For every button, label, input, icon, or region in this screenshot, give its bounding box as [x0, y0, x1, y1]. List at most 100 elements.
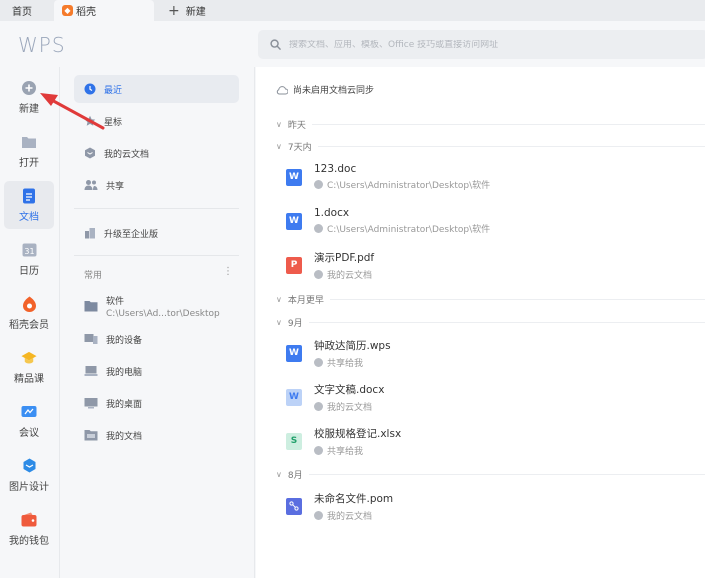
search-box[interactable]	[258, 30, 705, 59]
nav-divider	[74, 208, 239, 209]
file-row[interactable]: S 校服规格登记.xlsx 共享给我	[286, 422, 686, 460]
file-name: 123.doc	[314, 163, 357, 175]
nav-shared[interactable]: 共享	[74, 171, 239, 199]
tab-bar: 首页 ◆ 稻壳 + 新建	[0, 0, 705, 21]
file-location: 共享给我	[314, 356, 391, 369]
cloud-docs-icon	[314, 510, 323, 520]
rail-image-design[interactable]: 图片设计	[4, 451, 54, 499]
file-row[interactable]: W 1.docx C:\Users\Administrator\Desktop\…	[286, 202, 686, 240]
star-icon	[84, 115, 96, 126]
chevron-down-icon: ∨	[276, 120, 282, 129]
group-yesterday[interactable]: ∨ 昨天	[276, 118, 705, 131]
spreadsheet-file-icon: S	[286, 432, 302, 450]
chevron-down-icon: ∨	[276, 470, 282, 479]
file-row[interactable]: 未命名文件.pom 我的云文档	[286, 487, 686, 525]
file-meta: 校服规格登记.xlsx 共享给我	[314, 426, 401, 457]
rail-courses[interactable]: 精品课	[4, 343, 54, 391]
rail-open[interactable]: 打开	[4, 127, 54, 175]
nav-starred-label: 星标	[104, 117, 123, 128]
file-location: 我的云文档	[314, 400, 384, 413]
nav-panel: 最近 星标 我的云文档 共享 升级至企业版 常用 ⋮ 软件 C:\Users\A…	[60, 67, 255, 578]
nav-folder-software[interactable]: 软件 C:\Users\Ad...tor\Desktop	[74, 287, 239, 325]
nav-my-documents-label: 我的文档	[106, 431, 143, 442]
nav-shared-label: 共享	[106, 181, 125, 192]
file-location: 我的云文档	[314, 509, 393, 522]
cloud-sync-text: 尚未启用文档云同步	[293, 86, 375, 96]
file-row[interactable]: W 123.doc C:\Users\Administrator\Desktop…	[286, 158, 686, 196]
rail-calendar[interactable]: 31 日历	[4, 235, 54, 283]
group-divider	[317, 146, 705, 147]
nav-upgrade-label: 升级至企业版	[104, 229, 159, 240]
group-divider	[308, 474, 705, 475]
rail-docer-member-label: 稻壳会员	[9, 319, 49, 331]
nav-upgrade-enterprise[interactable]: 升级至企业版	[74, 219, 239, 247]
group-earlier-label: 本月更早	[287, 296, 324, 306]
file-row[interactable]: W 文字文稿.docx 我的云文档	[286, 378, 686, 416]
tab-docer[interactable]: ◆ 稻壳	[54, 0, 154, 21]
shared-users-icon	[84, 180, 98, 190]
rail-documents-label: 文档	[19, 211, 39, 223]
file-meta: 123.doc C:\Users\Administrator\Desktop\软…	[314, 163, 490, 191]
rail-open-label: 打开	[19, 157, 39, 169]
group-august[interactable]: ∨ 8月	[276, 468, 705, 481]
rail-documents[interactable]: 文档	[4, 181, 54, 229]
nav-my-devices-label: 我的设备	[106, 335, 143, 346]
nav-my-documents[interactable]: 我的文档	[74, 421, 239, 449]
rail-wallet-label: 我的钱包	[9, 535, 49, 547]
wps-logo: WPS	[18, 33, 66, 57]
folder-icon	[84, 301, 98, 312]
plus-circle-icon	[21, 80, 37, 96]
search-input[interactable]	[289, 39, 689, 50]
meeting-icon	[21, 404, 37, 420]
file-meta: 1.docx C:\Users\Administrator\Desktop\软件	[314, 207, 490, 235]
shared-users-icon	[314, 357, 323, 367]
group-divider	[308, 322, 705, 323]
folder-icon	[21, 134, 37, 150]
group-7-days[interactable]: ∨ 7天内	[276, 140, 705, 153]
file-meta: 演示PDF.pdf 我的云文档	[314, 250, 374, 281]
file-name: 文字文稿.docx	[314, 383, 385, 396]
nav-my-devices[interactable]: 我的设备	[74, 325, 239, 353]
rail-meeting-label: 会议	[19, 427, 39, 439]
history-icon	[314, 180, 323, 189]
recent-files-panel: 尚未启用文档云同步 ∨ 昨天 ∨ 7天内 W 123.doc C:\Users\…	[256, 67, 705, 578]
rail-meeting[interactable]: 会议	[4, 397, 54, 445]
file-meta: 文字文稿.docx 我的云文档	[314, 382, 384, 413]
rail-docer-member[interactable]: 稻壳会员	[4, 289, 54, 337]
rail-new-label: 新建	[19, 103, 39, 115]
nav-recent[interactable]: 最近	[74, 75, 239, 103]
nav-my-desktop[interactable]: 我的桌面	[74, 389, 239, 417]
nav-starred[interactable]: 星标	[74, 107, 239, 135]
group-earlier-this-month[interactable]: ∨ 本月更早	[276, 293, 705, 306]
tab-docer-label: 稻壳	[76, 7, 96, 18]
file-name: 钟政达简历.wps	[314, 339, 391, 352]
group-august-label: 8月	[287, 471, 303, 481]
cloud-sync-notice[interactable]: 尚未启用文档云同步	[276, 83, 374, 96]
cloud-docs-icon	[85, 147, 95, 159]
mindmap-file-icon	[286, 497, 302, 515]
cloud-docs-icon	[314, 401, 323, 411]
tab-home-label: 首页	[12, 7, 32, 18]
new-tab-button[interactable]: + 新建	[154, 0, 216, 21]
nav-cloud-docs[interactable]: 我的云文档	[74, 139, 239, 167]
file-row[interactable]: W 钟政达简历.wps 共享给我	[286, 334, 686, 372]
group-september[interactable]: ∨ 9月	[276, 316, 705, 329]
rail-wallet[interactable]: 我的钱包	[4, 505, 54, 553]
chevron-down-icon: ∨	[276, 142, 282, 151]
header: WPS	[0, 21, 705, 67]
computer-icon	[84, 366, 98, 376]
group-yesterday-label: 昨天	[287, 121, 306, 131]
rail-new[interactable]: 新建	[4, 73, 54, 121]
file-location-text: 共享给我	[327, 446, 364, 457]
chevron-down-icon: ∨	[276, 318, 282, 327]
group-7-days-label: 7天内	[287, 143, 312, 153]
nav-my-computer[interactable]: 我的电脑	[74, 357, 239, 385]
word-file-icon: W	[286, 388, 302, 406]
tab-home[interactable]: 首页	[0, 0, 54, 21]
more-options-icon[interactable]: ⋮	[223, 266, 233, 277]
file-location-text: 我的云文档	[327, 402, 373, 413]
file-location-text: 共享给我	[327, 358, 364, 369]
file-row[interactable]: P 演示PDF.pdf 我的云文档	[286, 246, 686, 284]
nav-my-desktop-label: 我的桌面	[106, 399, 143, 410]
rail-courses-label: 精品课	[14, 373, 44, 385]
